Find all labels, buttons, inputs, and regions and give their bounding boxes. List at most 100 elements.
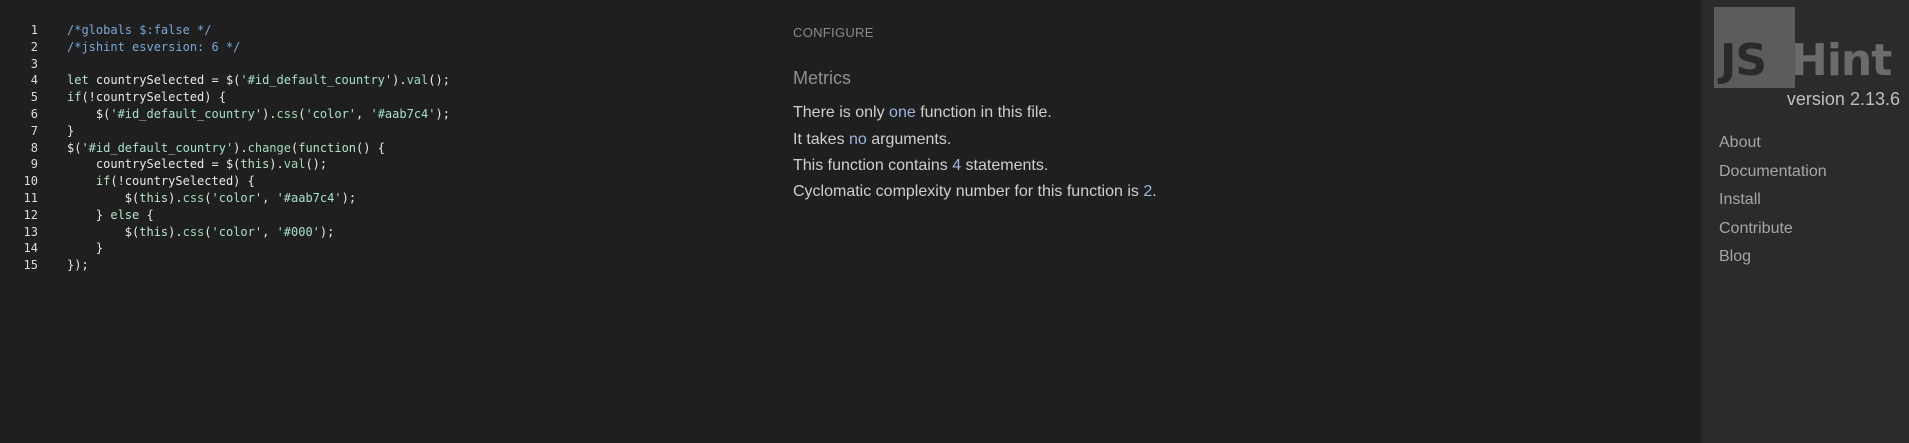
code-token: ); <box>341 190 357 205</box>
nav-link-install[interactable]: Install <box>1719 191 1761 209</box>
code-text: $(this).css('color', '#aab7c4'); <box>67 190 356 207</box>
line-number: 11 <box>23 190 38 205</box>
code-line: 10 if(!countrySelected) { <box>0 173 760 190</box>
line-number: 13 <box>23 224 38 239</box>
code-token: countrySelected = $( <box>67 157 241 172</box>
metric-value: no <box>849 131 867 148</box>
code-text: if(!countrySelected) { <box>67 173 255 190</box>
code-text: countrySelected = $(this).val(); <box>67 156 327 173</box>
line-number: 10 <box>23 174 38 189</box>
code-text: let countrySelected = $('#id_default_cou… <box>67 72 450 89</box>
code-token: $( <box>67 190 140 205</box>
metric-line: This function contains 4 statements. <box>793 157 1048 175</box>
metric-line: Cyclomatic complexity number for this fu… <box>793 183 1157 201</box>
code-token: , <box>356 106 371 121</box>
code-token: this <box>139 190 169 205</box>
code-text: /*jshint esversion: 6 */ <box>67 39 240 56</box>
code-token: if <box>95 174 111 189</box>
code-token: /*globals $:false */ <box>67 23 212 37</box>
code-token: ). <box>168 224 183 239</box>
code-line: 8 $('#id_default_country').change(functio… <box>0 140 760 157</box>
code-text: } <box>67 123 74 140</box>
code-token: val <box>406 73 429 88</box>
line-number: 9 <box>30 157 38 172</box>
code-token: '#aab7c4' <box>276 190 342 205</box>
code-text: /*globals $:false */ <box>67 22 212 39</box>
code-token: (!countrySelected) { <box>110 174 255 189</box>
code-token: this <box>240 157 270 172</box>
line-number: 1 <box>30 23 38 37</box>
code-text: $('#id_default_country').css('color', '#… <box>67 106 450 123</box>
code-token: '#000' <box>276 224 320 239</box>
line-number: 14 <box>23 241 38 256</box>
code-token: val <box>283 157 306 172</box>
code-line: 12 } else { <box>0 207 760 224</box>
code-token: , <box>262 190 277 205</box>
nav-link-documentation[interactable]: Documentation <box>1719 163 1827 181</box>
code-token: '#id_default_country' <box>240 73 393 88</box>
code-token: countrySelected = $( <box>88 73 241 88</box>
code-line: 2 /*jshint esversion: 6 */ <box>0 39 760 56</box>
code-line: 15}); <box>0 257 760 274</box>
code-token: (); <box>428 73 450 88</box>
line-number: 7 <box>30 123 38 138</box>
code-token: css <box>182 190 205 205</box>
code-token: 'color' <box>305 106 357 121</box>
code-token: ). <box>262 106 277 121</box>
code-editor[interactable]: 1 /*globals $:false */ 2 /*jshint esversion… <box>0 22 760 442</box>
line-number: 5 <box>30 90 38 105</box>
code-line: 7} <box>0 123 760 140</box>
code-token: (!countrySelected) { <box>81 90 226 105</box>
nav-link-contribute[interactable]: Contribute <box>1719 220 1793 238</box>
metric-line: It takes no arguments. <box>793 131 951 149</box>
code-line: 3 <box>0 56 760 73</box>
code-token: () { <box>356 140 385 155</box>
code-token: (); <box>305 157 328 172</box>
code-text: } <box>67 240 103 257</box>
metric-line: There is only one function in this file. <box>793 104 1052 122</box>
code-token: 'color' <box>211 224 263 239</box>
code-text: if(!countrySelected) { <box>67 89 226 106</box>
code-token: '#id_default_country' <box>81 140 234 155</box>
nav-link-about[interactable]: About <box>1719 134 1761 152</box>
code-line: 4 let countrySelected = $('#id_default_co… <box>0 72 760 89</box>
logo-js-text: JS <box>1720 35 1767 86</box>
jshint-logo[interactable]: JS Hint <box>1714 7 1898 89</box>
line-number: 2 <box>30 39 38 54</box>
line-number: 8 <box>30 140 38 155</box>
metric-text: Cyclomatic complexity number for this fu… <box>793 183 1144 200</box>
code-token: this <box>139 224 169 239</box>
code-text: }); <box>67 257 89 274</box>
line-number: 3 <box>30 56 38 71</box>
configure-link[interactable]: CONFIGURE <box>793 25 874 40</box>
code-text: } else { <box>67 207 154 224</box>
code-token: 'color' <box>211 190 263 205</box>
code-token: else <box>110 207 140 222</box>
code-line: 14 } <box>0 240 760 257</box>
metric-text: It takes <box>793 131 850 148</box>
code-token: } <box>67 123 75 138</box>
logo-hint-text: Hint <box>1791 35 1892 86</box>
code-token: $( <box>67 140 82 155</box>
code-token: ). <box>168 190 183 205</box>
code-line: 6 $('#id_default_country').css('color', … <box>0 106 760 123</box>
code-token: '#id_default_country' <box>110 106 263 121</box>
code-token: }); <box>67 258 89 273</box>
code-token: $( <box>67 106 111 121</box>
version-label: version 2.13.6 <box>1786 89 1900 109</box>
code-token: '#aab7c4' <box>370 106 436 121</box>
metric-value: one <box>889 104 916 121</box>
code-token: } <box>67 241 104 256</box>
code-line: 9 countrySelected = $(this).val(); <box>0 156 760 173</box>
report-panel: CONFIGURE Metrics There is only one func… <box>793 0 1593 443</box>
line-number: 15 <box>23 258 38 273</box>
nav-link-blog[interactable]: Blog <box>1719 248 1751 266</box>
code-line: 5 if(!countrySelected) { <box>0 89 760 106</box>
code-token: ). <box>269 157 284 172</box>
code-token: ); <box>435 106 450 121</box>
metric-text: function in this file. <box>915 104 1052 121</box>
metric-value: 4 <box>952 157 962 174</box>
line-number: 4 <box>30 73 38 88</box>
sidebar: JS Hint version 2.13.6 About Documentatio… <box>1701 0 1909 443</box>
